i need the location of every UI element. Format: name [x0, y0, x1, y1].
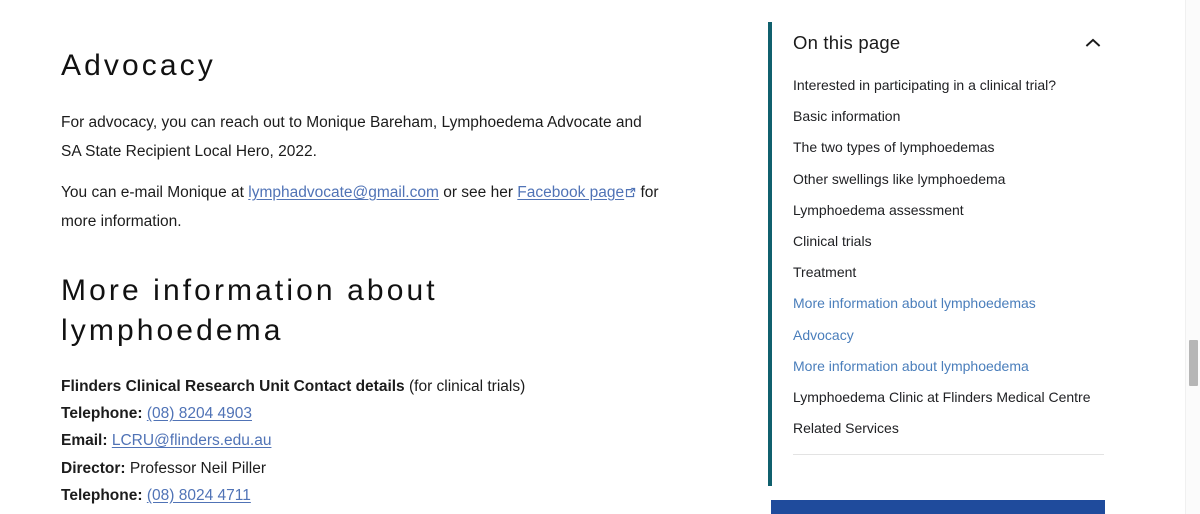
toc-item-11[interactable]: Related Services: [793, 421, 1108, 452]
bottom-blue-banner[interactable]: [771, 500, 1105, 514]
telephone-link-1[interactable]: (08) 8204 4903: [147, 405, 252, 422]
email-paragraph: You can e-mail Monique at lymphadvocate@…: [61, 178, 661, 236]
email-link[interactable]: lymphadvocate@gmail.com: [248, 184, 439, 201]
contact-label: Director:: [61, 459, 126, 477]
article-content: Advocacy For advocacy, you can reach out…: [0, 0, 740, 514]
chevron-up-icon[interactable]: [1082, 32, 1104, 54]
contact-title-row: Flinders Clinical Research Unit Contact …: [61, 373, 681, 400]
telephone-link-2[interactable]: (08) 8024 4711: [147, 487, 251, 504]
on-this-page-list: Interested in participating in a clinica…: [793, 77, 1108, 452]
vertical-scrollbar[interactable]: [1185, 0, 1200, 514]
on-this-page-inner: On this page Interested in participating…: [793, 22, 1108, 456]
toc-item-0[interactable]: Interested in participating in a clinica…: [793, 77, 1108, 109]
page-title-advocacy: Advocacy: [61, 49, 216, 82]
email-paragraph-prefix: You can e-mail Monique at: [61, 184, 249, 201]
external-link-icon: [625, 187, 636, 198]
toc-item-10[interactable]: Lymphoedema Clinic at Flinders Medical C…: [793, 389, 1108, 421]
toc-item-6[interactable]: Treatment: [793, 265, 1108, 296]
contact-row-telephone-2: Telephone: (08) 8024 4711: [61, 482, 681, 509]
toc-item-1[interactable]: Basic information: [793, 109, 1108, 140]
toc-item-5[interactable]: Clinical trials: [793, 233, 1108, 265]
contact-title-rest: (for clinical trials): [404, 378, 526, 395]
director-name: Professor Neil Piller: [129, 459, 267, 477]
email-address-link[interactable]: LCRU@flinders.edu.au: [112, 432, 272, 449]
contact-title-bold: Flinders Clinical Research Unit Contact …: [61, 378, 405, 395]
scrollbar-thumb[interactable]: [1189, 340, 1198, 386]
on-this-page-panel: On this page Interested in participating…: [768, 22, 1108, 486]
contact-label: Telephone:: [61, 486, 143, 504]
toc-item-9[interactable]: More information about lymphoedema: [793, 358, 1108, 390]
toc-item-2[interactable]: The two types of lymphoedemas: [793, 140, 1108, 171]
contact-label: Email:: [61, 432, 108, 450]
toc-item-7[interactable]: More information about lymphoedemas: [793, 296, 1108, 327]
advocacy-paragraph: For advocacy, you can reach out to Moniq…: [61, 114, 642, 160]
contact-details-block: Flinders Clinical Research Unit Contact …: [61, 373, 681, 509]
contact-row-email: Email: LCRU@flinders.edu.au: [61, 427, 681, 454]
email-paragraph-between: or see her: [438, 184, 518, 201]
contact-row-director: Director: Professor Neil Piller: [61, 455, 681, 482]
toc-item-3[interactable]: Other swellings like lymphoedema: [793, 171, 1108, 203]
on-this-page-header[interactable]: On this page: [793, 22, 1108, 64]
on-this-page-title: On this page: [793, 32, 901, 53]
section-title-more-information: More information about lymphoedema: [61, 274, 438, 347]
contact-row-telephone-1: Telephone: (08) 8204 4903: [61, 400, 681, 427]
panel-divider: [793, 454, 1104, 456]
contact-label: Telephone:: [61, 405, 143, 423]
panel-accent-rail: [768, 22, 772, 486]
facebook-page-link[interactable]: Facebook page: [517, 184, 624, 201]
toc-item-8[interactable]: Advocacy: [793, 327, 1108, 359]
toc-item-4[interactable]: Lymphoedema assessment: [793, 202, 1108, 234]
